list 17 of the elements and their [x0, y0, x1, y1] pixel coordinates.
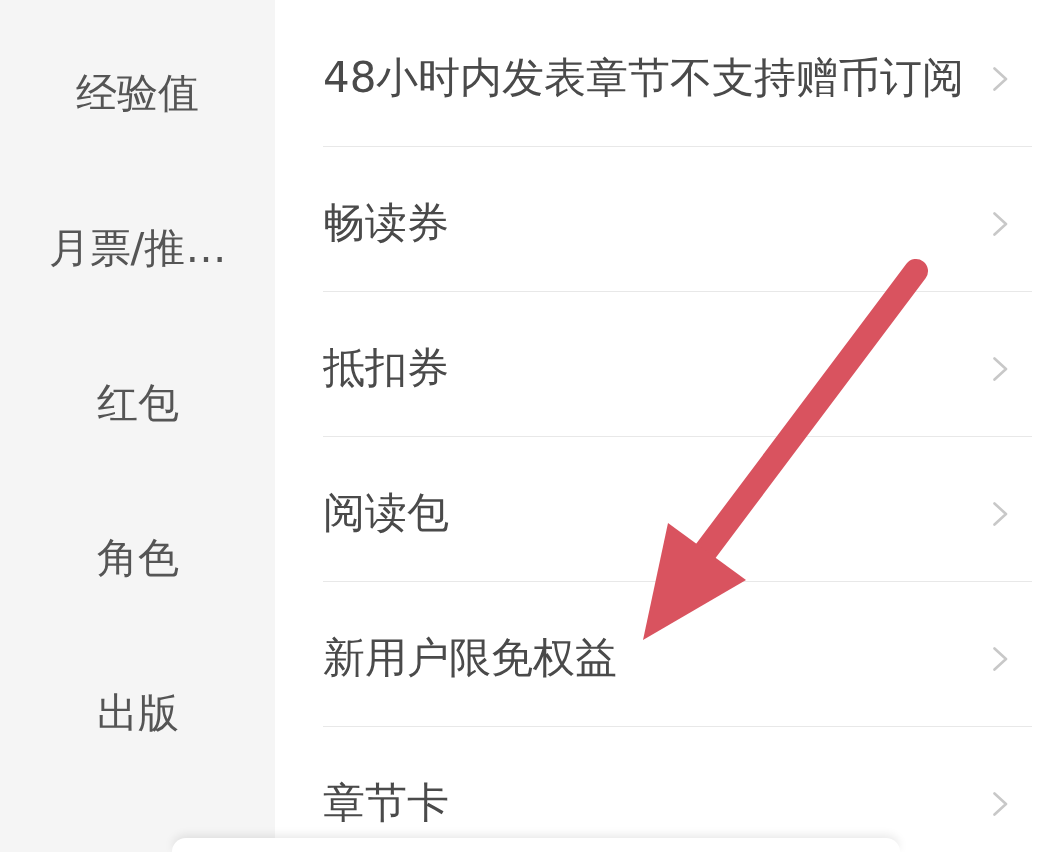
- sidebar-item[interactable]: 经验值: [76, 68, 199, 117]
- menu-item[interactable]: 畅读券: [323, 199, 449, 247]
- menu-item[interactable]: 新用户限免权益: [323, 634, 617, 682]
- chevron-right-icon: [993, 792, 1008, 816]
- chevron-right-icon: [993, 357, 1008, 381]
- chevron-right-icon: [993, 502, 1008, 526]
- menu-item[interactable]: 抵扣券: [323, 344, 449, 392]
- menu-item[interactable]: 阅读包: [323, 489, 449, 537]
- chevron-right-icon: [993, 67, 1008, 91]
- menu-item[interactable]: 章节卡: [323, 779, 449, 827]
- sidebar-item[interactable]: 出版: [96, 688, 179, 737]
- chevron-right-icon: [993, 647, 1008, 671]
- sidebar-item[interactable]: 红包: [96, 378, 179, 427]
- sidebar-item[interactable]: 月票/推…: [48, 223, 227, 272]
- sidebar-item[interactable]: 角色: [96, 533, 179, 582]
- menu-item[interactable]: 48小时内发表章节不支持赠币订阅: [323, 54, 965, 102]
- chevron-right-icon: [993, 212, 1008, 236]
